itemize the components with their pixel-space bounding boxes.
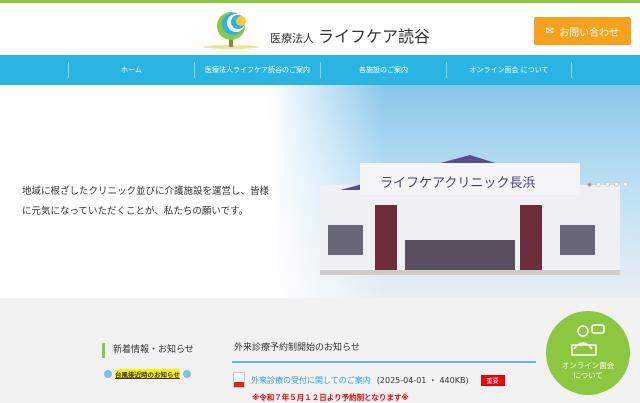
typhoon-link-text: 台風接近時のお知らせ bbox=[115, 369, 180, 379]
bubble-icon bbox=[182, 370, 191, 378]
slide-dot[interactable] bbox=[614, 182, 619, 187]
video-call-icon bbox=[571, 324, 605, 356]
nav-home[interactable]: ホーム bbox=[68, 62, 194, 78]
main-nav: ホーム 医療法人ライフケア読谷のご案内 各施設のご案内 オンライン面会 について bbox=[0, 55, 640, 85]
logo-icon[interactable] bbox=[200, 11, 262, 51]
slide-dot[interactable] bbox=[623, 182, 628, 187]
typhoon-notice-link[interactable]: 台風接近時のお知らせ bbox=[104, 369, 191, 379]
slide-dot[interactable] bbox=[587, 182, 592, 187]
file-meta: (2025-04-01 ・ 440KB) bbox=[376, 375, 469, 385]
online-label-2: について bbox=[573, 371, 603, 380]
mail-icon: ✉ bbox=[545, 25, 555, 37]
pdf-icon bbox=[233, 372, 245, 388]
nav-about[interactable]: 医療法人ライフケア読谷のご案内 bbox=[194, 62, 320, 78]
slide-dot[interactable] bbox=[605, 182, 610, 187]
bubble-icon bbox=[104, 370, 112, 378]
hero-slider: ライフケアクリニック長浜 地域に根ざしたクリニック並びに介護施設を運営し、皆様に… bbox=[0, 85, 640, 298]
svg-text:ライフケアクリニック長浜: ライフケアクリニック長浜 bbox=[380, 176, 535, 191]
news-heading: 新着情報・お知らせ bbox=[102, 343, 194, 358]
clinic-building-image: ライフケアクリニック長浜 bbox=[320, 155, 620, 275]
contact-button[interactable]: ✉ お問い合わせ bbox=[534, 17, 631, 45]
file-link[interactable]: 外来診療の受付に関してのご案内 bbox=[251, 375, 371, 386]
reservation-note: ※令和７年５月１２日より予約制となります※ bbox=[252, 393, 409, 402]
org-prefix: 医療法人 bbox=[270, 32, 314, 45]
nav-online-visit[interactable]: オンライン面会 について bbox=[446, 62, 572, 78]
file-entry: 外来診療の受付に関してのご案内 (2025-04-01 ・ 440KB) 重要 bbox=[233, 372, 505, 388]
online-visit-button[interactable]: オンライン面会 について bbox=[546, 311, 630, 395]
nav-facilities[interactable]: 各施設のご案内 bbox=[320, 62, 446, 78]
contact-label: お問い合わせ bbox=[559, 27, 620, 39]
org-name: ライフケア読谷 bbox=[318, 27, 431, 46]
site-header: 医療法人 ライフケア読谷 ✉ お問い合わせ bbox=[0, 3, 640, 55]
slider-pagination bbox=[587, 182, 628, 187]
important-badge: 重要 bbox=[480, 374, 505, 386]
slide-dot[interactable] bbox=[596, 182, 601, 187]
hero-message: 地域に根ざしたクリニック並びに介護施設を運営し、皆様に元気になっていただくことが… bbox=[22, 186, 270, 217]
site-title[interactable]: 医療法人 ライフケア読谷 bbox=[270, 23, 430, 47]
news-section: 新着情報・お知らせ 台風接近時のお知らせ 外来診療予約制開始のお知らせ 外来診療… bbox=[0, 298, 640, 402]
online-label-1: オンライン面会 bbox=[561, 361, 615, 370]
article-title: 外来診療予約制開始のお知らせ bbox=[232, 336, 536, 363]
